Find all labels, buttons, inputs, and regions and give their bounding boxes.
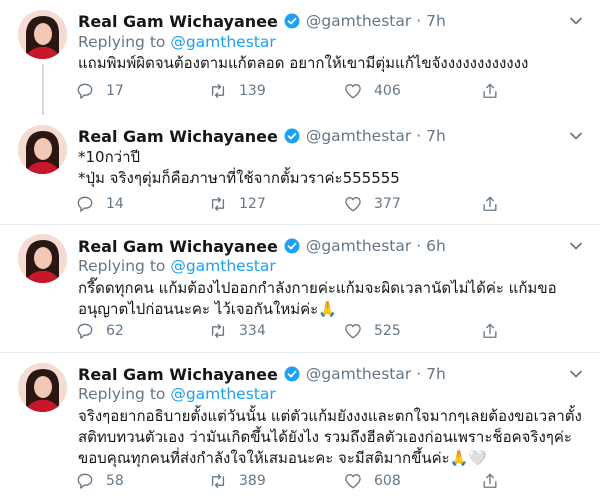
retweet-icon: [211, 84, 225, 98]
user-handle[interactable]: @gamthestar: [306, 237, 411, 255]
avatar[interactable]: [18, 125, 67, 174]
share-icon: [483, 196, 497, 211]
heart-icon: [345, 324, 361, 339]
chevron-down-icon[interactable]: [566, 11, 586, 31]
replying-to-mention[interactable]: @gamthestar: [170, 385, 275, 403]
retweet-icon: [211, 324, 225, 338]
user-handle[interactable]: @gamthestar: [306, 365, 411, 383]
thread-connector-line: [42, 64, 44, 115]
tweet-actions: 17 139 406: [72, 80, 512, 102]
avatar[interactable]: [18, 10, 67, 59]
separator-dot: ·: [416, 237, 422, 255]
share-button[interactable]: [480, 80, 500, 102]
separator-dot: ·: [416, 12, 422, 30]
display-name[interactable]: Real Gam Wichayanee: [78, 237, 278, 256]
share-button[interactable]: [480, 470, 500, 492]
reply-bubble-icon: [77, 83, 93, 99]
reply-count: 17: [106, 83, 124, 99]
separator-dot: ·: [416, 365, 422, 383]
tweet-text: แถมพิมพ์ผิดจนต้องตามแก้ตลอด อยากให้เขามี…: [78, 54, 529, 72]
tweet-thread: Real Gam Wichayanee @gamthestar · 7h Rep…: [0, 0, 600, 500]
display-name[interactable]: Real Gam Wichayanee: [78, 12, 278, 31]
replying-to-mention[interactable]: @gamthestar: [170, 33, 275, 51]
heart-icon: [345, 84, 361, 99]
tweet[interactable]: Real Gam Wichayanee @gamthestar · 6h Rep…: [0, 225, 600, 353]
replying-to: Replying to @gamthestar: [78, 385, 276, 403]
share-icon: [483, 83, 497, 98]
like-button[interactable]: 525: [343, 320, 401, 342]
reply-bubble-icon: [77, 323, 93, 339]
reply-count: 58: [106, 473, 124, 489]
timestamp[interactable]: 6h: [426, 237, 446, 255]
retweet-button[interactable]: 127: [208, 193, 266, 215]
retweet-count: 127: [239, 196, 266, 212]
replying-to-label: Replying to: [78, 385, 166, 403]
reply-button[interactable]: 14: [75, 193, 124, 215]
timestamp[interactable]: 7h: [426, 365, 446, 383]
like-count: 525: [374, 323, 401, 339]
timestamp[interactable]: 7h: [426, 127, 446, 145]
replying-to: Replying to @gamthestar: [78, 257, 276, 275]
reply-button[interactable]: 62: [75, 320, 124, 342]
tweet-actions: 58 389 608: [72, 470, 512, 492]
like-button[interactable]: 377: [343, 193, 401, 215]
share-icon: [483, 323, 497, 338]
chevron-down-icon[interactable]: [566, 236, 586, 256]
retweet-icon: [211, 474, 225, 488]
like-button[interactable]: 406: [343, 80, 401, 102]
tweet[interactable]: Real Gam Wichayanee @gamthestar · 7h *10…: [0, 115, 600, 225]
like-count: 406: [374, 83, 401, 99]
user-handle[interactable]: @gamthestar: [306, 12, 411, 30]
avatar[interactable]: [18, 234, 67, 283]
reply-count: 14: [106, 196, 124, 212]
display-name[interactable]: Real Gam Wichayanee: [78, 365, 278, 384]
like-button[interactable]: 608: [343, 470, 401, 492]
replying-to-mention[interactable]: @gamthestar: [170, 257, 275, 275]
retweet-count: 334: [239, 323, 266, 339]
replying-to-label: Replying to: [78, 33, 166, 51]
reply-button[interactable]: 58: [75, 470, 124, 492]
share-icon: [483, 473, 497, 488]
verified-badge-icon: [283, 365, 301, 383]
tweet-header: Real Gam Wichayanee @gamthestar · 6h: [78, 235, 446, 257]
heart-icon: [345, 197, 361, 212]
heart-icon: [345, 474, 361, 489]
tweet-header: Real Gam Wichayanee @gamthestar · 7h: [78, 363, 446, 385]
tweet-actions: 14 127 377: [72, 193, 512, 215]
avatar[interactable]: [18, 363, 67, 412]
like-count: 377: [374, 196, 401, 212]
chevron-down-icon[interactable]: [566, 126, 586, 146]
tweet-text: จริงๆอยากอธิบายตั้งแต่วันนั้น แต่ตัวแก้ม…: [78, 407, 582, 467]
retweet-icon: [211, 197, 225, 211]
replying-to-label: Replying to: [78, 257, 166, 275]
reply-button[interactable]: 17: [75, 80, 124, 102]
share-button[interactable]: [480, 320, 500, 342]
user-handle[interactable]: @gamthestar: [306, 127, 411, 145]
tweet-text: กรี๊ดดทุกคน แก้มต้องไปออกกำลังกายค่ะแก้ม…: [78, 279, 557, 318]
tweet-header: Real Gam Wichayanee @gamthestar · 7h: [78, 125, 446, 147]
verified-badge-icon: [283, 127, 301, 145]
reply-count: 62: [106, 323, 124, 339]
tweet[interactable]: Real Gam Wichayanee @gamthestar · 7h Rep…: [0, 0, 600, 115]
retweet-button[interactable]: 334: [208, 320, 266, 342]
retweet-button[interactable]: 139: [208, 80, 266, 102]
timestamp[interactable]: 7h: [426, 12, 446, 30]
verified-badge-icon: [283, 237, 301, 255]
tweet-text: *10กว่าปี *ปุ่ม จริงๆตุ่มก็คือภาษาที่ใช้…: [78, 148, 400, 187]
tweet[interactable]: Real Gam Wichayanee @gamthestar · 7h Rep…: [0, 353, 600, 500]
replying-to: Replying to @gamthestar: [78, 33, 276, 51]
retweet-count: 389: [239, 473, 266, 489]
like-count: 608: [374, 473, 401, 489]
retweet-count: 139: [239, 83, 266, 99]
share-button[interactable]: [480, 193, 500, 215]
separator-dot: ·: [416, 127, 422, 145]
chevron-down-icon[interactable]: [566, 364, 586, 384]
tweet-actions: 62 334 525: [72, 320, 512, 342]
verified-badge-icon: [283, 12, 301, 30]
display-name[interactable]: Real Gam Wichayanee: [78, 127, 278, 146]
retweet-button[interactable]: 389: [208, 470, 266, 492]
tweet-header: Real Gam Wichayanee @gamthestar · 7h: [78, 10, 446, 32]
reply-bubble-icon: [77, 473, 93, 489]
reply-bubble-icon: [77, 196, 93, 212]
